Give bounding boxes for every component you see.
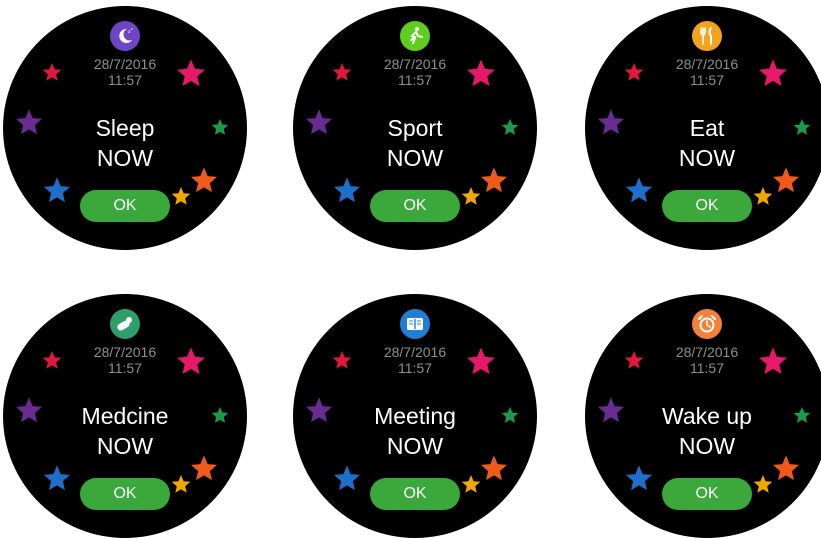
date-label: 28/7/2016	[383, 56, 447, 72]
star-pink-icon	[177, 347, 205, 375]
star-green-icon	[211, 406, 229, 423]
watch-screen-wake-up: 28/7/2016 11:57 Wake up NOW OK	[585, 294, 821, 538]
star-green-icon	[501, 406, 519, 423]
star-green-icon	[211, 118, 229, 135]
star-yellow-icon	[171, 475, 191, 493]
star-purple-icon	[305, 109, 333, 135]
star-red-icon	[332, 63, 352, 81]
ok-button[interactable]: OK	[662, 190, 752, 222]
star-orange-icon	[190, 455, 218, 481]
star-blue-icon	[333, 465, 361, 491]
date-label: 28/7/2016	[93, 344, 157, 360]
star-yellow-icon	[461, 187, 481, 205]
star-orange-icon	[190, 167, 218, 193]
star-yellow-icon	[753, 187, 773, 205]
time-label: 11:57	[398, 72, 432, 88]
star-pink-icon	[467, 59, 495, 87]
eat-fork-knife-icon	[692, 21, 722, 51]
star-red-icon	[42, 63, 62, 81]
star-red-icon	[624, 63, 644, 81]
star-purple-icon	[305, 397, 333, 423]
star-yellow-icon	[753, 475, 773, 493]
datetime: 28/7/2016 11:57	[293, 344, 537, 376]
star-pink-icon	[177, 59, 205, 87]
date-label: 28/7/2016	[383, 344, 447, 360]
star-orange-icon	[772, 167, 800, 193]
star-green-icon	[793, 118, 811, 135]
star-blue-icon	[333, 177, 361, 203]
datetime: 28/7/2016 11:57	[3, 56, 247, 88]
ok-button[interactable]: OK	[80, 190, 170, 222]
time-label: 11:57	[398, 360, 432, 376]
watch-screen-meeting: 28/7/2016 11:57 Meeting NOW OK	[293, 294, 537, 538]
sport-running-icon	[400, 21, 430, 51]
star-purple-icon	[15, 397, 43, 423]
star-yellow-icon	[461, 475, 481, 493]
datetime: 28/7/2016 11:57	[3, 344, 247, 376]
watch-screen-eat: 28/7/2016 11:57 Eat NOW OK	[585, 6, 821, 250]
star-orange-icon	[480, 455, 508, 481]
watch-screen-medicine: 28/7/2016 11:57 Medcine NOW OK	[3, 294, 247, 538]
star-pink-icon	[759, 347, 787, 375]
meeting-book-icon	[400, 309, 430, 339]
sleep-moon-icon: zz	[110, 21, 140, 51]
star-blue-icon	[625, 465, 653, 491]
star-purple-icon	[597, 109, 625, 135]
watch-screen-sleep: zz 28/7/2016 11:57 Sleep NOW OK	[3, 6, 247, 250]
star-purple-icon	[597, 397, 625, 423]
star-pink-icon	[759, 59, 787, 87]
star-purple-icon	[15, 109, 43, 135]
watch-screen-sport: 28/7/2016 11:57 Sport NOW OK	[293, 6, 537, 250]
star-red-icon	[332, 351, 352, 369]
star-green-icon	[793, 406, 811, 423]
star-blue-icon	[625, 177, 653, 203]
star-orange-icon	[772, 455, 800, 481]
ok-button[interactable]: OK	[370, 478, 460, 510]
ok-button[interactable]: OK	[370, 190, 460, 222]
ok-button[interactable]: OK	[80, 478, 170, 510]
star-pink-icon	[467, 347, 495, 375]
date-label: 28/7/2016	[93, 56, 157, 72]
time-label: 11:57	[108, 72, 142, 88]
star-blue-icon	[43, 177, 71, 203]
star-red-icon	[624, 351, 644, 369]
datetime: 28/7/2016 11:57	[293, 56, 537, 88]
star-yellow-icon	[171, 187, 191, 205]
star-green-icon	[501, 118, 519, 135]
star-red-icon	[42, 351, 62, 369]
ok-button[interactable]: OK	[662, 478, 752, 510]
svg-text:z: z	[131, 26, 133, 31]
star-blue-icon	[43, 465, 71, 491]
wake-up-alarm-clock-icon	[692, 309, 722, 339]
time-label: 11:57	[108, 360, 142, 376]
star-orange-icon	[480, 167, 508, 193]
medicine-pill-icon	[110, 309, 140, 339]
